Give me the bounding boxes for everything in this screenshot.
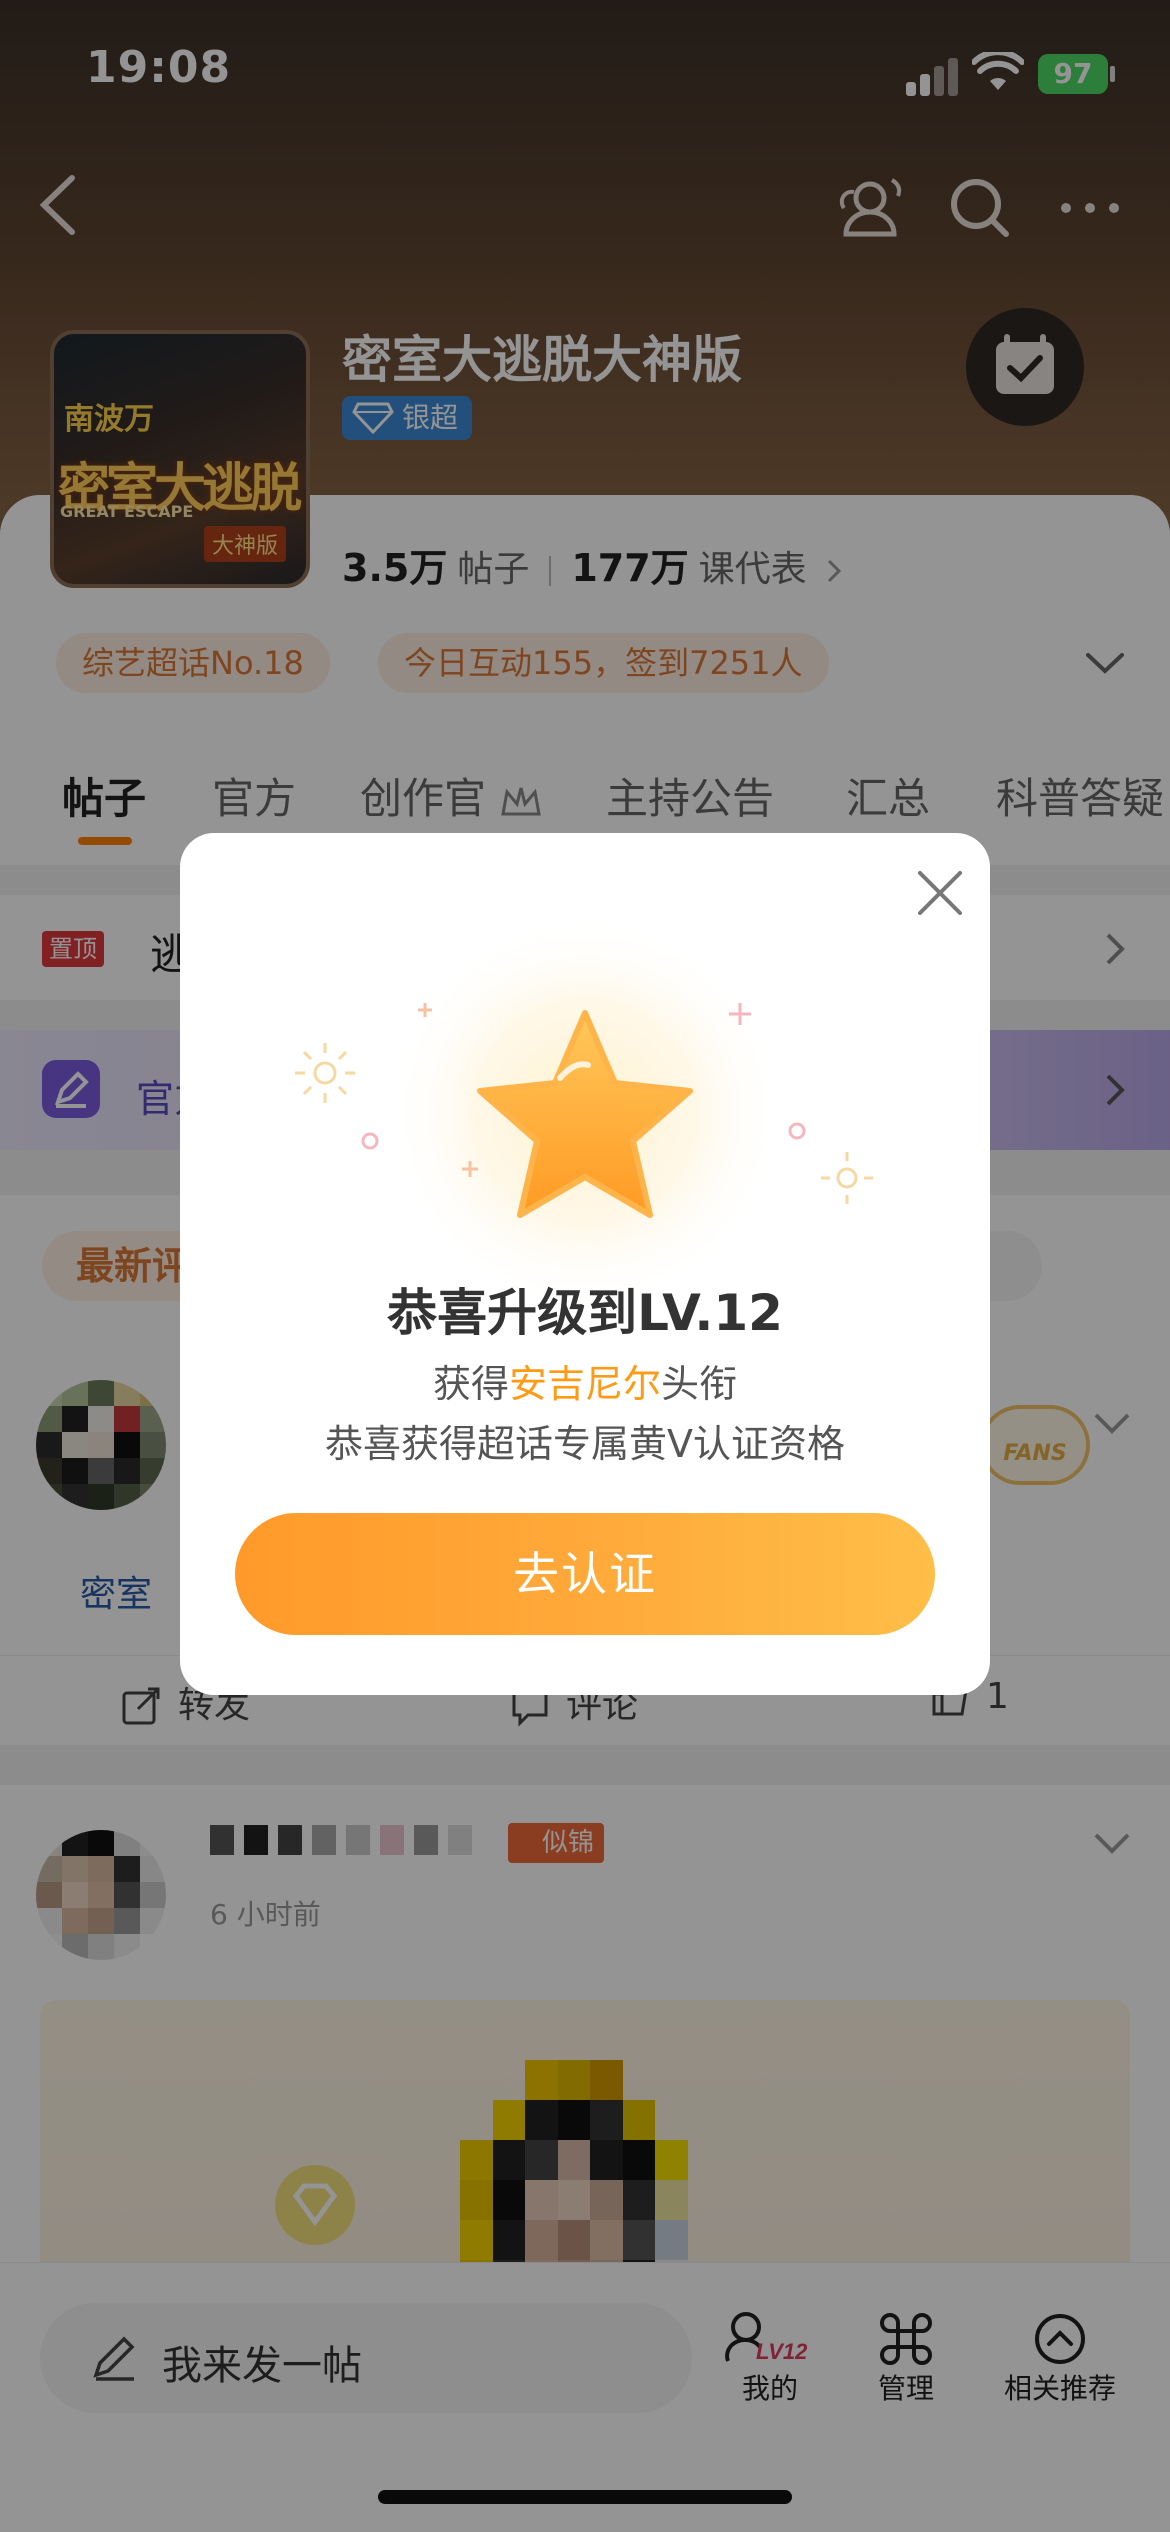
dialog-line-title-award: 获得安吉尼尔头衔 (180, 1353, 990, 1408)
level-up-dialog: 恭喜升级到LV.12 获得安吉尼尔头衔 恭喜获得超话专属黄V认证资格 去认证 (180, 833, 990, 1695)
certify-button[interactable]: 去认证 (235, 1513, 935, 1635)
dialog-title: 恭喜升级到LV.12 (387, 1284, 783, 1342)
dialog-line-certification: 恭喜获得超话专属黄V认证资格 (325, 1422, 845, 1466)
dialog-title-highlight: 安吉尼尔 (508, 1362, 661, 1406)
dialog-line1-prefix: 获得 (432, 1362, 509, 1406)
dialog-line1-suffix: 头衔 (661, 1362, 738, 1406)
